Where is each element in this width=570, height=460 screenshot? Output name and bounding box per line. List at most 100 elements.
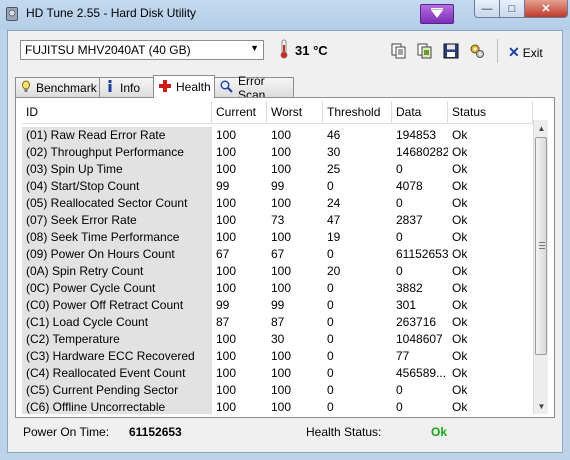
cell-status: Ok — [452, 162, 468, 176]
tab-info-label: Info — [120, 80, 141, 95]
chevron-down-icon: ▼ — [250, 43, 259, 53]
grip-line — [539, 248, 545, 249]
tab-health[interactable]: Health — [153, 75, 215, 98]
cell-worst: 100 — [271, 128, 292, 142]
cell-status: Ok — [452, 145, 468, 159]
cell-status: Ok — [452, 213, 468, 227]
column-header-worst[interactable]: Worst — [267, 101, 323, 123]
cell-id: (C5) Current Pending Sector — [22, 382, 212, 399]
table-row[interactable]: (C3) Hardware ECC Recovered 100 100 0 77… — [22, 348, 533, 365]
cell-id: (C2) Temperature — [22, 331, 212, 348]
table-row[interactable]: (08) Seek Time Performance 100 100 19 0 … — [22, 229, 533, 246]
cell-worst: 99 — [271, 179, 285, 193]
cell-worst: 100 — [271, 349, 292, 363]
benchmark-icon — [21, 80, 31, 96]
health-icon — [159, 79, 171, 95]
table-row[interactable]: (03) Spin Up Time 100 100 25 0 Ok — [22, 161, 533, 178]
maximize-button[interactable]: □ — [499, 0, 525, 18]
options-icon[interactable] — [467, 41, 487, 61]
cell-worst: 100 — [271, 264, 292, 278]
scroll-up-icon[interactable]: ▲ — [534, 120, 548, 136]
table-row[interactable]: (C1) Load Cycle Count 87 87 0 263716 Ok — [22, 314, 533, 331]
cell-id: (02) Throughput Performance — [22, 144, 212, 161]
exit-button[interactable]: ✕ Exit — [508, 44, 543, 61]
cell-data: 0 — [396, 230, 403, 244]
cell-status: Ok — [452, 383, 468, 397]
exit-button-label: Exit — [522, 45, 543, 60]
copy-screenshot-icon[interactable] — [415, 41, 435, 61]
table-row[interactable]: (0A) Spin Retry Count 100 100 20 0 Ok — [22, 263, 533, 280]
cell-current: 100 — [216, 349, 237, 363]
vertical-scrollbar[interactable]: ▲ ▼ — [533, 120, 548, 414]
table-row[interactable]: (05) Reallocated Sector Count 100 100 24… — [22, 195, 533, 212]
cell-data: 263716 — [396, 315, 437, 329]
minimize-button[interactable]: — — [474, 0, 500, 18]
cell-threshold: 0 — [327, 281, 334, 295]
cell-status: Ok — [452, 128, 468, 142]
table-row[interactable]: (0C) Power Cycle Count 100 100 0 3882 Ok — [22, 280, 533, 297]
cell-data: 301 — [396, 298, 417, 312]
cell-id: (C1) Load Cycle Count — [22, 314, 212, 331]
cell-threshold: 0 — [327, 315, 334, 329]
column-header-threshold[interactable]: Threshold — [323, 101, 392, 123]
column-header-data[interactable]: Data — [392, 101, 448, 123]
cell-current: 100 — [216, 230, 237, 244]
cell-threshold: 0 — [327, 383, 334, 397]
cell-data: 1048607 — [396, 332, 443, 346]
table-row[interactable]: (07) Seek Error Rate 100 73 47 2837 Ok — [22, 212, 533, 229]
column-header-status[interactable]: Status — [448, 101, 533, 123]
table-row[interactable]: (09) Power On Hours Count 67 67 0 611526… — [22, 246, 533, 263]
table-row[interactable]: (C0) Power Off Retract Count 99 99 0 301… — [22, 297, 533, 314]
cell-threshold: 0 — [327, 366, 334, 380]
column-header-current[interactable]: Current — [212, 101, 267, 123]
cell-status: Ok — [452, 230, 468, 244]
cell-status: Ok — [452, 332, 468, 346]
tab-benchmark[interactable]: Benchmark — [15, 77, 100, 97]
cell-threshold: 20 — [327, 264, 341, 278]
cell-threshold: 0 — [327, 247, 334, 261]
scroll-down-icon[interactable]: ▼ — [534, 398, 548, 414]
cell-current: 100 — [216, 128, 237, 142]
cell-current: 100 — [216, 332, 237, 346]
save-icon[interactable] — [441, 41, 461, 61]
cell-current: 100 — [216, 196, 237, 210]
download-arrow-icon[interactable] — [420, 4, 454, 24]
temperature-readout: 31 °C — [295, 43, 328, 58]
cell-status: Ok — [452, 400, 468, 414]
cell-id: (C4) Reallocated Event Count — [22, 365, 212, 382]
power-on-time-label: Power On Time: — [23, 425, 110, 439]
column-header-id[interactable]: ID — [22, 101, 212, 123]
cell-id: (C3) Hardware ECC Recovered — [22, 348, 212, 365]
tab-error-scan[interactable]: Error Scan — [214, 74, 294, 102]
drive-dropdown[interactable]: FUJITSU MHV2040AT (40 GB) ▼ — [20, 40, 264, 60]
table-row[interactable]: (C5) Current Pending Sector 100 100 0 0 … — [22, 382, 533, 399]
smart-attributes-table: ID Current Worst Threshold Data Status (… — [22, 101, 548, 414]
title-bar[interactable]: HD Tune 2.55 - Hard Disk Utility — □ ✕ — [0, 0, 570, 30]
tab-info[interactable]: Info — [99, 77, 154, 97]
table-row[interactable]: (04) Start/Stop Count 99 99 0 4078 Ok — [22, 178, 533, 195]
cell-current: 100 — [216, 383, 237, 397]
table-row[interactable]: (01) Raw Read Error Rate 100 100 46 1948… — [22, 127, 533, 144]
error-scan-icon — [220, 80, 233, 96]
table-row[interactable]: (C2) Temperature 100 30 0 1048607 Ok — [22, 331, 533, 348]
cell-current: 100 — [216, 162, 237, 176]
cell-threshold: 46 — [327, 128, 341, 142]
cell-data: 77 — [396, 349, 410, 363]
scrollbar-thumb[interactable] — [535, 137, 547, 355]
cell-worst: 73 — [271, 213, 285, 227]
cell-current: 100 — [216, 400, 237, 414]
power-on-time-value: 61152653 — [129, 425, 182, 439]
cell-current: 100 — [216, 281, 237, 295]
table-row[interactable]: (C4) Reallocated Event Count 100 100 0 4… — [22, 365, 533, 382]
cell-threshold: 30 — [327, 145, 341, 159]
table-row[interactable]: (02) Throughput Performance 100 100 30 1… — [22, 144, 533, 161]
cell-status: Ok — [452, 349, 468, 363]
cell-threshold: 0 — [327, 298, 334, 312]
copy-icon[interactable] — [389, 41, 409, 61]
toolbar-separator — [497, 39, 498, 63]
exit-x-icon: ✕ — [508, 44, 520, 60]
close-button[interactable]: ✕ — [524, 0, 568, 18]
cell-worst: 67 — [271, 247, 285, 261]
table-header: ID Current Worst Threshold Data Status — [22, 101, 533, 124]
table-row[interactable]: (C6) Offline Uncorrectable 100 100 0 0 O… — [22, 399, 533, 414]
